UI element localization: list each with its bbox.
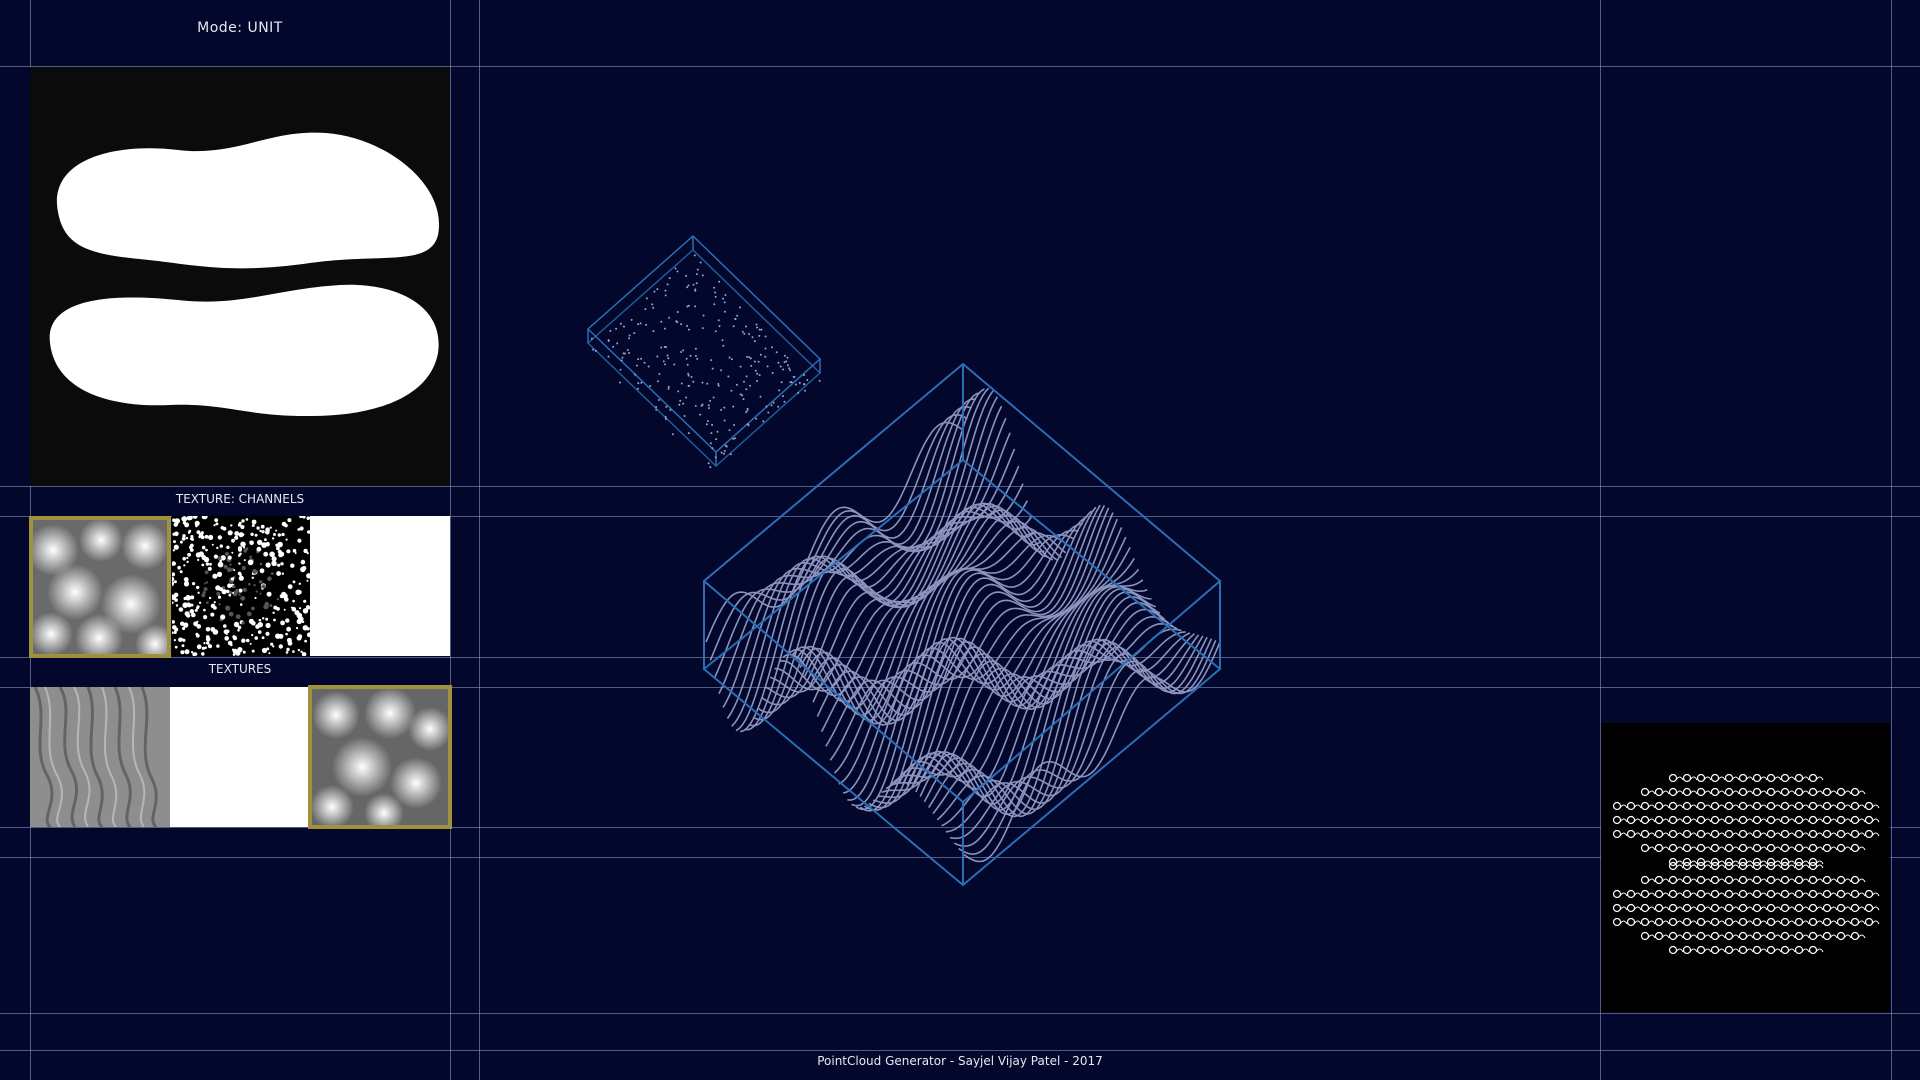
grid-line [1891, 0, 1892, 1080]
grid-line [450, 0, 451, 1080]
channel-tile-blob-noise[interactable] [29, 516, 171, 658]
grid-line [479, 0, 480, 1080]
pattern-preview [1601, 723, 1890, 1012]
channel-tile-white-blank[interactable] [310, 516, 450, 656]
texture-tile-ridge-noise[interactable] [30, 687, 170, 827]
main-pointcloud-view[interactable] [700, 360, 1225, 890]
credits-label: PointCloud Generator - Sayjel Vijay Pate… [817, 1054, 1103, 1068]
texture-tile-blob-noise[interactable] [308, 685, 452, 829]
textures-label: TEXTURES [208, 662, 272, 676]
grid-line [0, 1013, 1920, 1014]
channels-label: TEXTURE: CHANNELS [175, 492, 305, 506]
mode-label[interactable]: Mode: UNIT [30, 20, 450, 36]
mask-preview [30, 67, 450, 486]
texture-tile-white-blank[interactable] [170, 687, 310, 827]
channel-tile-voronoi-noise[interactable] [172, 516, 310, 656]
grid-line [0, 1050, 1920, 1051]
